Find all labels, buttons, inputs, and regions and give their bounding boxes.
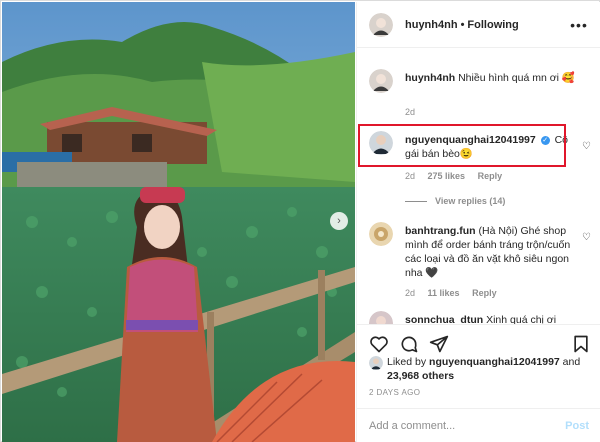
replies-divider — [405, 201, 427, 203]
comment-time[interactable]: 2d — [405, 171, 415, 181]
post-header: huynh4nh • Following ••• — [357, 2, 600, 48]
heart-icon[interactable] — [369, 334, 389, 354]
instagram-post-modal: › huynh4nh • Following ••• huynh4nh Nhiề… — [0, 0, 600, 442]
comment-avatar[interactable] — [369, 222, 393, 246]
next-photo-chevron-right-icon[interactable]: › — [330, 212, 348, 230]
add-comment-input[interactable] — [369, 419, 566, 432]
comment-username[interactable]: banhtrang.fun — [405, 225, 476, 237]
liker-avatar[interactable] — [369, 356, 383, 370]
comment-text: Xinh quá chị ơi — [486, 314, 557, 324]
comment-text: Nhiều hình quá mn ơi 🥰 — [458, 72, 575, 84]
comment-avatar[interactable] — [369, 131, 393, 155]
author-username[interactable]: huynh4nh — [405, 19, 458, 31]
comment-username[interactable]: nguyenquanghai12041997 — [405, 134, 536, 146]
comment-time[interactable]: 2d — [405, 107, 415, 117]
reply-button[interactable]: Reply — [472, 288, 497, 298]
comment-likes-count[interactable]: 11 likes — [428, 288, 460, 298]
comments-list: huynh4nh Nhiều hình quá mn ơi 🥰 2d nguye… — [357, 49, 600, 324]
comment-time[interactable]: 2d — [405, 288, 415, 298]
more-options-icon[interactable]: ••• — [569, 15, 589, 35]
follow-status-button[interactable]: Following — [467, 19, 518, 31]
comment-meta: 2d — [405, 107, 425, 117]
add-comment-bar: Post — [357, 408, 600, 442]
bookmark-icon[interactable] — [571, 334, 591, 354]
comment-avatar[interactable] — [369, 69, 393, 93]
verified-badge-icon: ✓ — [540, 135, 550, 145]
likes-text: Liked by nguyenquanghai12041997 and 23,9… — [387, 355, 597, 383]
liked-by-label: Liked by — [387, 356, 427, 368]
comment-meta: 2d 275 likes Reply — [405, 171, 512, 181]
view-replies-label: View replies (14) — [435, 196, 506, 206]
post-comment-button[interactable]: Post — [565, 420, 589, 432]
comment-username[interactable]: sonnchua_dtun — [405, 314, 483, 324]
share-icon[interactable] — [429, 334, 449, 354]
post-side-panel: huynh4nh • Following ••• huynh4nh Nhiều … — [356, 2, 600, 442]
comment-icon[interactable] — [399, 334, 419, 354]
comment-meta: 2d 11 likes Reply — [405, 288, 507, 298]
comment-body: huynh4nh Nhiều hình quá mn ơi 🥰 — [405, 71, 575, 85]
reply-button[interactable]: Reply — [478, 171, 503, 181]
author-avatar[interactable] — [369, 12, 393, 37]
comment-body: nguyenquanghai12041997 ✓ Cô gái bán bèo😉 — [405, 133, 575, 161]
comment-username[interactable]: huynh4nh — [405, 72, 455, 84]
comment-body: banhtrang.fun (Hà Nội) Ghé shop mình để … — [405, 224, 575, 280]
likes-others-count[interactable]: 23,968 others — [387, 370, 454, 382]
liker-username[interactable]: nguyenquanghai12041997 — [429, 356, 560, 368]
post-photo[interactable] — [2, 2, 355, 442]
comment-like-heart-icon[interactable]: ♡ — [582, 141, 591, 152]
header-separator: • — [460, 18, 465, 31]
comment-avatar[interactable] — [369, 311, 393, 324]
comment-likes-count[interactable]: 275 likes — [428, 171, 466, 181]
comment-body: sonnchua_dtun Xinh quá chị ơi — [405, 313, 575, 324]
likes-and: and — [562, 356, 581, 368]
view-replies-button[interactable]: View replies (14) — [405, 196, 505, 206]
post-timestamp[interactable]: 2 DAYS AGO — [369, 388, 420, 397]
comment-like-heart-icon[interactable]: ♡ — [582, 232, 591, 243]
